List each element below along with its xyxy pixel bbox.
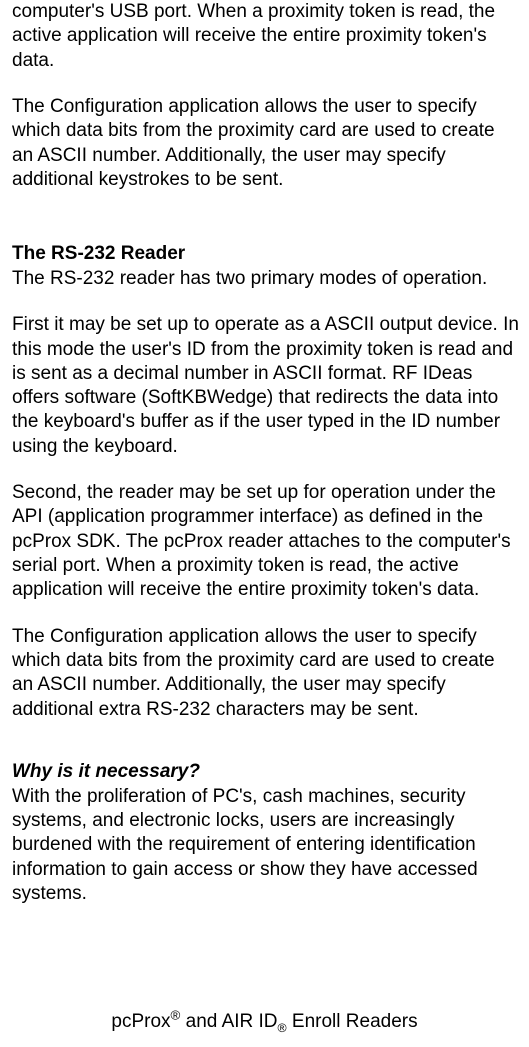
registered-mark-icon: ® xyxy=(278,1021,287,1035)
heading-why-necessary: Why is it necessary? xyxy=(12,760,519,785)
footer-text-pcprox: pcProx xyxy=(111,1011,170,1032)
paragraph-usb-continued: computer's USB port. When a proximity to… xyxy=(12,0,519,73)
paragraph-rs232-first: First it may be set up to operate as a A… xyxy=(12,313,519,459)
registered-mark-icon: ® xyxy=(171,1008,181,1023)
footer-text-airid: and AIR ID xyxy=(180,1011,277,1032)
paragraph-why-necessary: With the proliferation of PC's, cash mac… xyxy=(12,785,519,907)
page-footer: pcProx® and AIR ID® Enroll Readers xyxy=(0,1011,529,1033)
paragraph-config-rs232: The Configuration application allows the… xyxy=(12,625,519,722)
paragraph-config-usb: The Configuration application allows the… xyxy=(12,95,519,192)
paragraph-rs232-intro: The RS-232 reader has two primary modes … xyxy=(12,267,519,291)
paragraph-rs232-second: Second, the reader may be set up for ope… xyxy=(12,481,519,603)
heading-rs232: The RS-232 Reader xyxy=(12,242,519,267)
footer-text-enroll: Enroll Readers xyxy=(287,1011,418,1032)
